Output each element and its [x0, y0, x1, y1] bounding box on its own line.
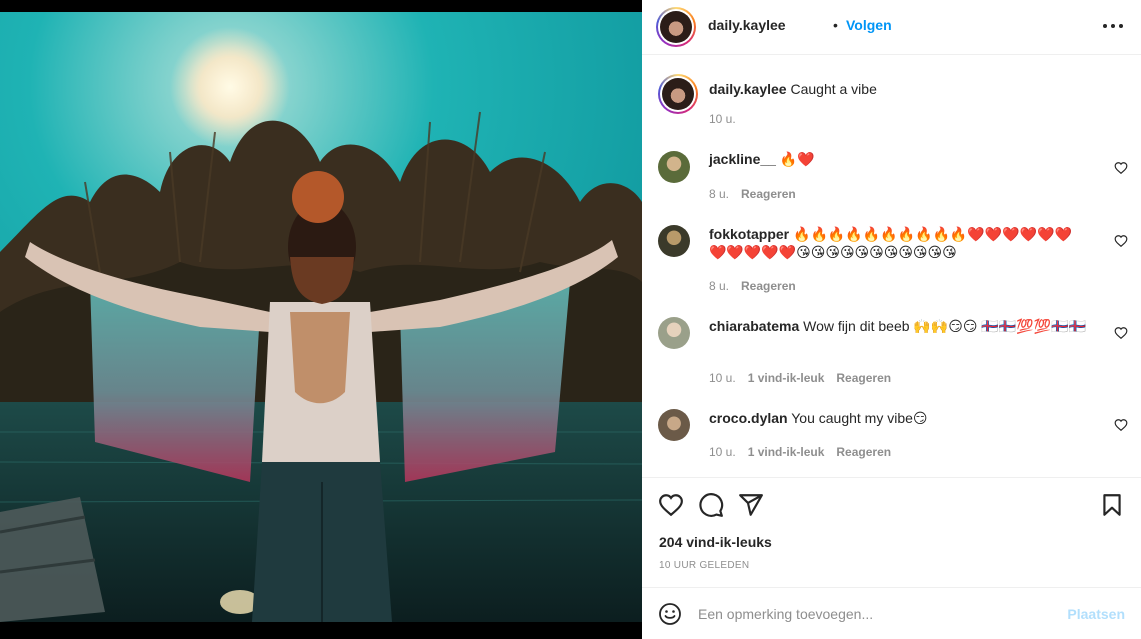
post-comment-button[interactable]: Plaatsen	[1067, 606, 1125, 622]
author-username[interactable]: daily.kaylee	[708, 17, 786, 33]
comment-like-heart-icon[interactable]	[1114, 161, 1128, 175]
action-bar: 204 vind-ik-leuks 10 UUR GELEDEN	[642, 477, 1141, 587]
commenter-avatar[interactable]	[658, 409, 690, 441]
more-horizontal-icon[interactable]	[1103, 16, 1123, 36]
comment-time[interactable]: 10 u.	[709, 371, 736, 385]
comment-text: Wow fijn dit beeb 🙌🙌😏😏 🇫🇴🇫🇴💯💯🇫🇴🇫🇴	[803, 318, 1086, 334]
comment-like-heart-icon[interactable]	[1114, 418, 1128, 432]
smiley-icon[interactable]	[658, 602, 682, 626]
reply-button[interactable]: Reageren	[836, 445, 891, 459]
header-separator: •	[833, 17, 838, 33]
comment-input[interactable]	[698, 602, 1048, 626]
comment-text: You caught my vibe😏	[791, 410, 928, 426]
comment-likes[interactable]: 1 vind-ik-leuk	[748, 445, 825, 459]
post-timestamp[interactable]: 10 UUR GELEDEN	[659, 560, 749, 571]
commenter-avatar[interactable]	[658, 317, 690, 349]
comment-likes[interactable]: 1 vind-ik-leuk	[748, 371, 825, 385]
post-side-panel: daily.kaylee • Volgen daily.kaylee Caugh…	[642, 0, 1141, 639]
comment-text: 🔥❤️	[779, 151, 815, 167]
commenter-avatar[interactable]	[658, 225, 690, 257]
comment-time[interactable]: 8 u.	[709, 187, 729, 201]
comment-like-heart-icon[interactable]	[1114, 234, 1128, 248]
post-image	[0, 12, 642, 622]
author-avatar[interactable]	[656, 7, 696, 47]
comment-username[interactable]: croco.dylan	[709, 410, 788, 426]
post-header: daily.kaylee • Volgen	[642, 0, 1141, 55]
post-modal: daily.kaylee • Volgen daily.kaylee Caugh…	[0, 0, 1141, 639]
add-comment-bar: Plaatsen	[642, 587, 1141, 639]
reply-button[interactable]: Reageren	[836, 371, 891, 385]
comment-time[interactable]: 10 u.	[709, 445, 736, 459]
comments-list[interactable]: daily.kaylee Caught a vibe 10 u. jacklin…	[642, 56, 1141, 476]
comment-username[interactable]: chiarabatema	[709, 318, 799, 334]
send-icon[interactable]	[738, 492, 764, 518]
heart-icon[interactable]	[658, 492, 684, 518]
reply-button[interactable]: Reageren	[741, 187, 796, 201]
reply-button[interactable]: Reageren	[741, 279, 796, 293]
comment-time[interactable]: 8 u.	[709, 279, 729, 293]
comment-like-heart-icon[interactable]	[1114, 326, 1128, 340]
comment-username[interactable]: fokkotapper	[709, 226, 789, 242]
comment-icon[interactable]	[698, 492, 724, 518]
follow-button[interactable]: Volgen	[846, 17, 892, 33]
bookmark-icon[interactable]	[1099, 492, 1125, 518]
caption-username[interactable]: daily.kaylee	[709, 81, 787, 97]
caption-avatar[interactable]	[658, 74, 698, 114]
commenter-avatar[interactable]	[658, 151, 690, 183]
likes-count[interactable]: 204 vind-ik-leuks	[659, 534, 772, 550]
post-photo[interactable]	[0, 0, 642, 639]
caption-text: Caught a vibe	[790, 81, 877, 97]
comment-username[interactable]: jackline__	[709, 151, 776, 167]
caption-time[interactable]: 10 u.	[709, 112, 736, 126]
